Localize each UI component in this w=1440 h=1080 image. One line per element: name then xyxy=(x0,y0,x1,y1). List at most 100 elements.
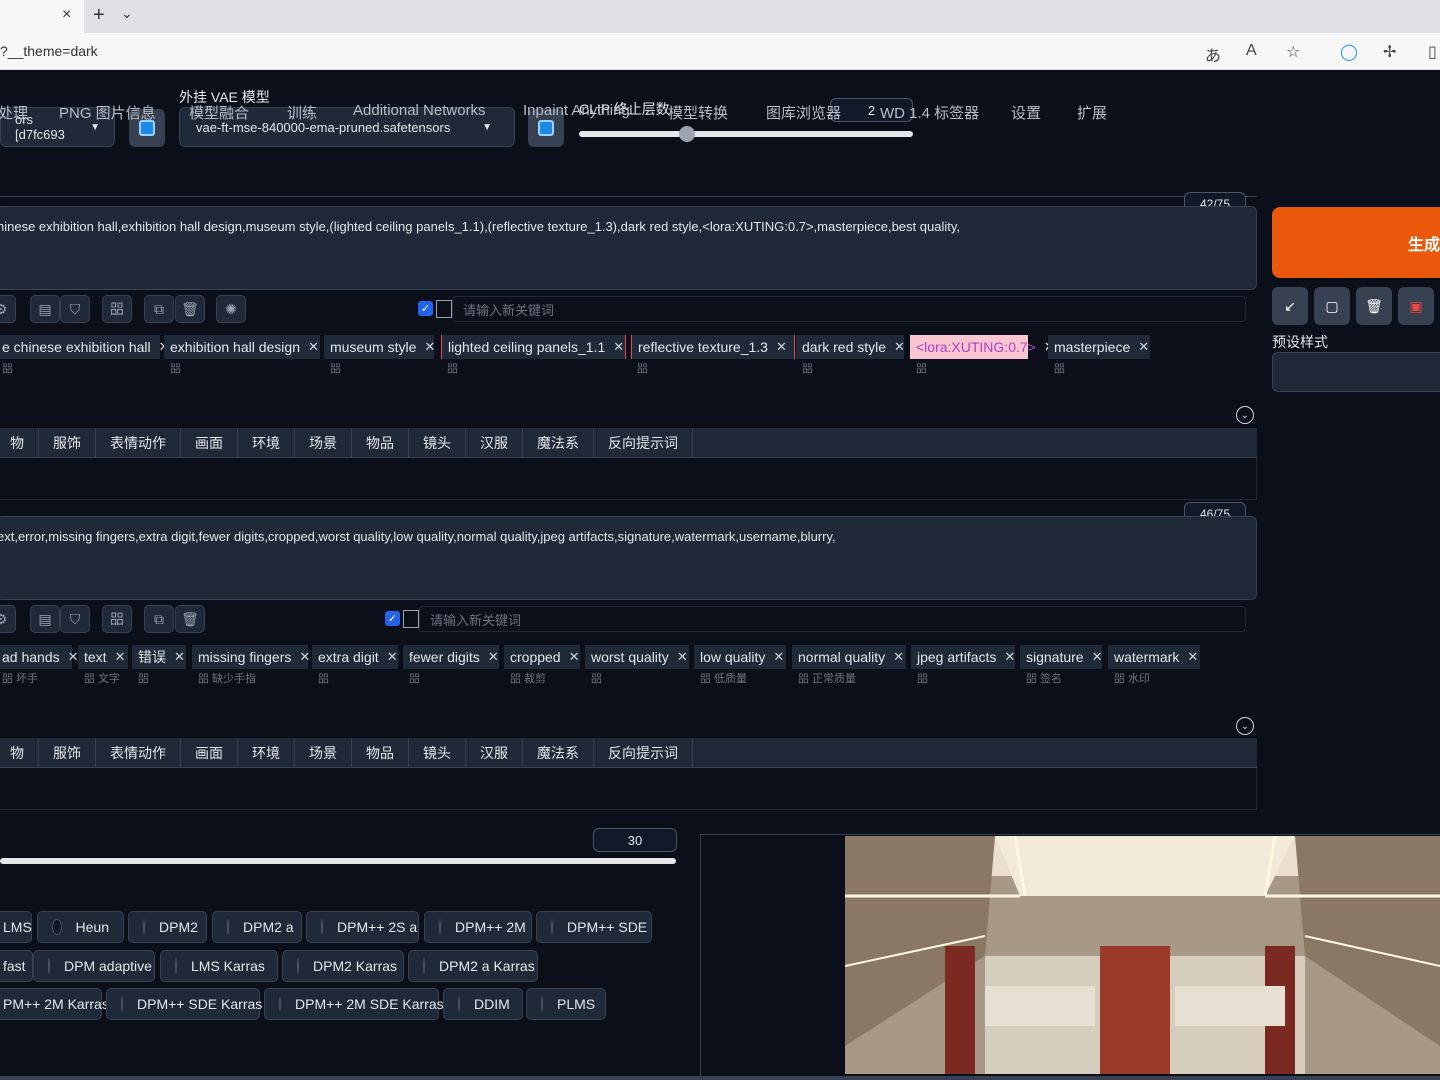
tag-remove-icon[interactable]: ✕ xyxy=(677,649,688,665)
sampler-radio[interactable]: DPM2 a Karras xyxy=(408,950,538,982)
nav-tab[interactable]: Inpaint Anything xyxy=(523,102,630,119)
bookmark-icon[interactable]: ⛉ xyxy=(60,605,90,633)
prompt-tag[interactable]: lighted ceiling panels_1.1 ✕ xyxy=(441,335,626,359)
new-tab-icon[interactable]: + xyxy=(93,4,105,27)
steps-slider[interactable] xyxy=(0,858,676,864)
address-bar[interactable]: ?__theme=dark xyxy=(0,33,1440,70)
translate-icon[interactable]: 㗊 xyxy=(102,295,132,323)
prompt-tag[interactable]: cropped ✕ xyxy=(504,645,580,669)
nav-tab[interactable]: 图库浏览器 xyxy=(766,102,841,123)
prompt-tag[interactable]: exhibition hall design ✕ xyxy=(164,335,320,359)
sampler-radio[interactable]: fast xyxy=(0,950,33,982)
positive-prompt-textarea[interactable]: hinese exhibition hall,exhibition hall d… xyxy=(0,206,1257,290)
nav-tab[interactable]: PNG 图片信息 xyxy=(59,102,156,123)
red-card-icon[interactable]: ▣ xyxy=(1398,287,1434,325)
prompt-tag[interactable]: fewer digits ✕ xyxy=(403,645,499,669)
tag-remove-icon[interactable]: ✕ xyxy=(1138,339,1149,355)
nav-tab[interactable]: 处理 xyxy=(0,102,28,123)
prompt-tag[interactable]: <lora:XUTING:0.7>✕ xyxy=(910,335,1055,359)
nav-tab[interactable]: 训练 xyxy=(287,102,317,123)
tab-close-icon[interactable]: × xyxy=(62,6,71,24)
prompt-tag[interactable]: missing fingers ✕ xyxy=(192,645,310,669)
category-tab[interactable]: 物 xyxy=(0,427,39,458)
prompt-tag[interactable]: watermark ✕ xyxy=(1108,645,1200,669)
sampler-radio[interactable]: DPM++ SDE Karras xyxy=(106,988,262,1020)
prompt-tag[interactable]: 错误 ✕ xyxy=(132,645,186,669)
keyword-checkbox[interactable]: ✓ xyxy=(385,611,400,626)
prompt-tag[interactable]: e chinese exhibition hall✕ xyxy=(0,335,170,359)
settings-gear-icon[interactable]: ⚙ xyxy=(0,605,16,633)
bookmark-icon[interactable]: ⛉ xyxy=(60,295,90,323)
category-tab[interactable]: 环境 xyxy=(238,737,295,768)
nav-tab[interactable]: 模型融合 xyxy=(189,102,249,123)
prompt-tag[interactable]: text ✕ xyxy=(78,645,128,669)
category-tab[interactable]: 物 xyxy=(0,737,39,768)
category-tab[interactable]: 场景 xyxy=(295,427,352,458)
sidebar-toggle-icon[interactable]: ▯ xyxy=(1428,42,1437,62)
category-tab[interactable]: 画面 xyxy=(181,737,238,768)
arrow-icon[interactable]: ↙ xyxy=(1272,287,1308,325)
collapse-chevron-icon[interactable]: ⌄ xyxy=(1236,717,1254,735)
square-icon[interactable]: ▢ xyxy=(1314,287,1350,325)
read-aloud-icon[interactable]: A xyxy=(1246,42,1257,60)
category-tab[interactable]: 服饰 xyxy=(39,427,96,458)
sampler-radio[interactable]: LMS xyxy=(0,911,32,943)
sampler-radio[interactable]: DDIM xyxy=(443,988,523,1020)
steps-number[interactable]: 30 xyxy=(593,828,677,852)
tag-remove-icon[interactable]: ✕ xyxy=(1187,649,1198,665)
prompt-tag[interactable]: dark red style ✕ xyxy=(796,335,905,359)
tag-remove-icon[interactable]: ✕ xyxy=(299,649,310,665)
tag-remove-icon[interactable]: ✕ xyxy=(1092,649,1103,665)
sampler-radio[interactable]: DPM adaptive xyxy=(33,950,155,982)
sampler-radio[interactable]: DPM2 xyxy=(128,911,207,943)
tag-remove-icon[interactable]: ✕ xyxy=(68,649,79,665)
openai-icon[interactable]: ✺ xyxy=(216,295,246,323)
tag-remove-icon[interactable]: ✕ xyxy=(308,339,319,355)
category-tab[interactable]: 汉服 xyxy=(466,737,523,768)
tag-remove-icon[interactable]: ✕ xyxy=(569,649,580,665)
category-tab[interactable]: 汉服 xyxy=(466,427,523,458)
tag-remove-icon[interactable]: ✕ xyxy=(387,649,398,665)
tag-remove-icon[interactable]: ✕ xyxy=(1004,649,1015,665)
trash-icon[interactable]: 🗑 xyxy=(175,295,205,323)
extensions-puzzle-icon[interactable]: ✢ xyxy=(1383,42,1396,62)
tag-remove-icon[interactable]: ✕ xyxy=(894,339,905,355)
positive-keyword-input[interactable]: 请输入新关键词 xyxy=(452,296,1246,322)
browser-active-tab[interactable]: × xyxy=(0,0,84,33)
category-tab[interactable]: 表情动作 xyxy=(96,427,181,458)
negative-prompt-textarea[interactable]: ext,error,missing fingers,extra digit,fe… xyxy=(0,516,1257,600)
prompt-tag[interactable]: ad hands ✕ xyxy=(0,645,79,669)
negative-keyword-input[interactable]: 请输入新关键词 xyxy=(419,606,1246,632)
sampler-radio[interactable]: DPM++ 2M SDE Karras xyxy=(264,988,444,1020)
category-tab[interactable]: 物品 xyxy=(352,737,409,768)
category-tab[interactable]: 反向提示词 xyxy=(594,737,693,768)
prompt-tag[interactable]: jpeg artifacts ✕ xyxy=(911,645,1015,669)
clip-skip-slider[interactable] xyxy=(579,131,913,137)
tag-remove-icon[interactable]: ✕ xyxy=(174,649,185,665)
category-tab[interactable]: 服饰 xyxy=(39,737,96,768)
prompt-tag[interactable]: extra digit ✕ xyxy=(312,645,398,669)
bottom-scrollbar[interactable] xyxy=(0,1076,1440,1080)
notepad-icon[interactable]: ▤ xyxy=(30,605,60,633)
category-tab[interactable]: 魔法系 xyxy=(523,737,594,768)
sampler-radio[interactable]: DPM2 a xyxy=(212,911,302,943)
extension-circle-icon[interactable]: ◯ xyxy=(1340,42,1358,62)
sampler-radio[interactable]: DPM++ 2S a xyxy=(306,911,419,943)
prompt-tag[interactable]: masterpiece ✕ xyxy=(1048,335,1150,359)
copy-icon[interactable]: ⧉ xyxy=(144,295,174,323)
favorite-star-icon[interactable]: ☆ xyxy=(1286,42,1300,62)
nav-tab[interactable]: 模型转换 xyxy=(668,102,728,123)
tab-list-icon[interactable]: ⌄ xyxy=(121,5,133,22)
category-tab[interactable]: 环境 xyxy=(238,427,295,458)
notepad-icon[interactable]: ▤ xyxy=(30,295,60,323)
settings-gear-icon[interactable]: ⚙ xyxy=(0,295,16,323)
sampler-radio[interactable]: LMS Karras xyxy=(160,950,278,982)
nav-tab[interactable]: Additional Networks xyxy=(353,102,486,119)
tag-remove-icon[interactable]: ✕ xyxy=(424,339,435,355)
prompt-tag[interactable]: worst quality ✕ xyxy=(585,645,689,669)
trash-icon[interactable]: 🗑 xyxy=(1356,287,1392,325)
copy-icon[interactable]: ⧉ xyxy=(144,605,174,633)
category-tab[interactable]: 反向提示词 xyxy=(594,427,693,458)
category-tab[interactable]: 表情动作 xyxy=(96,737,181,768)
tag-remove-icon[interactable]: ✕ xyxy=(488,649,499,665)
